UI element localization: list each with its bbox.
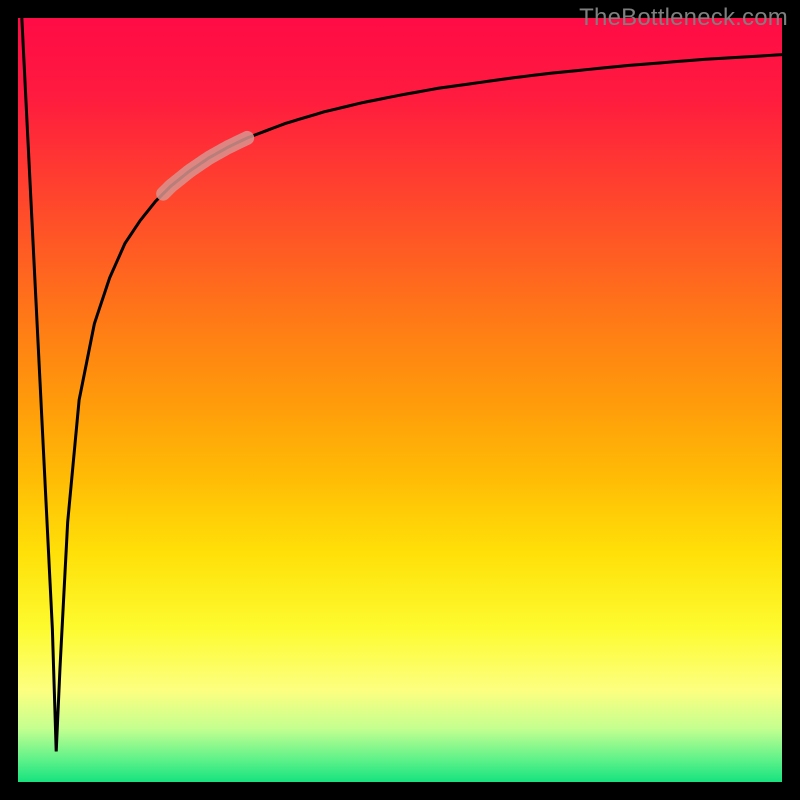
bottleneck-chart xyxy=(0,0,800,800)
plot-background xyxy=(18,18,782,782)
watermark-label: TheBottleneck.com xyxy=(579,4,788,32)
chart-container: TheBottleneck.com xyxy=(0,0,800,800)
